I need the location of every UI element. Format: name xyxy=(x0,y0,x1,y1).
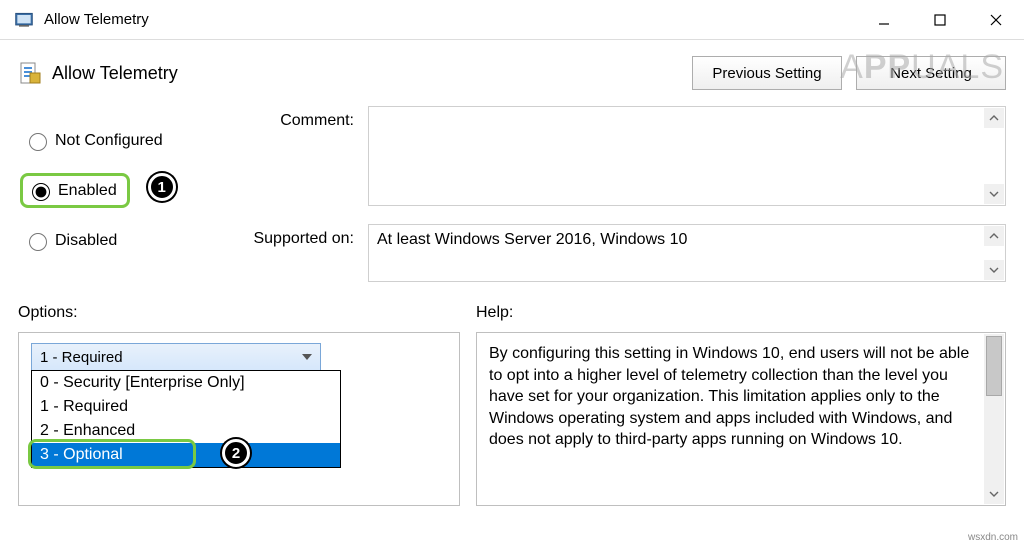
header-row: Allow Telemetry Previous Setting Next Se… xyxy=(0,40,1024,96)
dropdown-list: 0 - Security [Enterprise Only] 1 - Requi… xyxy=(31,370,341,468)
comment-label: Comment: xyxy=(228,106,368,130)
supported-on-field-wrap: At least Windows Server 2016, Windows 10 xyxy=(368,224,1006,282)
close-button[interactable] xyxy=(968,0,1024,40)
dropdown-option-2[interactable]: 2 - Enhanced xyxy=(32,419,340,443)
radio-not-configured[interactable]: Not Configured xyxy=(24,130,218,151)
scrollbar-thumb[interactable] xyxy=(986,336,1002,396)
help-scrollbar[interactable] xyxy=(984,334,1004,504)
supported-on-field: At least Windows Server 2016, Windows 10 xyxy=(369,225,983,269)
telemetry-level-dropdown[interactable]: 1 - Required 0 - Security [Enterprise On… xyxy=(31,343,321,371)
supported-on-label: Supported on: xyxy=(228,224,368,248)
scroll-up-icon[interactable] xyxy=(984,108,1004,128)
comment-field[interactable] xyxy=(369,107,983,193)
dropdown-option-0[interactable]: 0 - Security [Enterprise Only] xyxy=(32,371,340,395)
help-text: By configuring this setting in Windows 1… xyxy=(489,343,993,451)
previous-setting-button[interactable]: Previous Setting xyxy=(692,56,842,90)
maximize-button[interactable] xyxy=(912,0,968,40)
dropdown-selected[interactable]: 1 - Required xyxy=(31,343,321,371)
scroll-down-icon[interactable] xyxy=(984,484,1004,504)
window-title: Allow Telemetry xyxy=(44,11,149,28)
help-label: Help: xyxy=(476,304,513,322)
dropdown-selected-label: 1 - Required xyxy=(40,349,123,366)
radio-enabled[interactable]: Enabled xyxy=(20,173,130,208)
radio-label: Not Configured xyxy=(55,132,163,150)
chevron-down-icon xyxy=(302,354,312,360)
state-radio-group: Not Configured Enabled 1 Disabled xyxy=(18,106,218,273)
radio-label: Enabled xyxy=(58,182,117,200)
callout-badge-1: 1 xyxy=(148,173,176,201)
scroll-up-icon[interactable] xyxy=(984,226,1004,246)
dropdown-option-1[interactable]: 1 - Required xyxy=(32,395,340,419)
radio-disabled[interactable]: Disabled xyxy=(24,230,218,251)
radio-label: Disabled xyxy=(55,232,117,250)
page-title: Allow Telemetry xyxy=(52,63,178,84)
policy-icon xyxy=(14,10,34,30)
minimize-button[interactable] xyxy=(856,0,912,40)
dropdown-option-3[interactable]: 3 - Optional xyxy=(32,443,340,467)
help-panel: By configuring this setting in Windows 1… xyxy=(476,332,1006,506)
options-label: Options: xyxy=(18,304,476,322)
callout-badge-2: 2 xyxy=(222,439,250,467)
attribution-text: wsxdn.com xyxy=(968,532,1018,543)
comment-field-wrap xyxy=(368,106,1006,206)
next-setting-button[interactable]: Next Setting xyxy=(856,56,1006,90)
scroll-down-icon[interactable] xyxy=(984,184,1004,204)
titlebar: Allow Telemetry xyxy=(0,0,1024,40)
document-icon xyxy=(18,61,42,85)
options-panel: 1 - Required 0 - Security [Enterprise On… xyxy=(18,332,460,506)
scroll-down-icon[interactable] xyxy=(984,260,1004,280)
